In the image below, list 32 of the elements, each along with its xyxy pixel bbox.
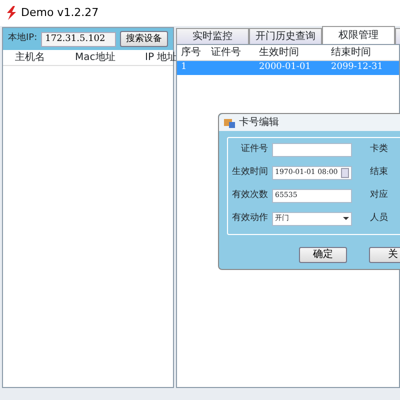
- field-label: 卡类: [370, 142, 388, 156]
- field-label: 对应: [370, 188, 388, 202]
- field-label: 结束: [370, 166, 388, 179]
- card-icon: [224, 118, 235, 128]
- tab[interactable]: 开门历史查询: [249, 28, 322, 44]
- ip-field[interactable]: 172.31.5.102: [41, 32, 116, 46]
- dialog-title: 卡号编辑: [239, 116, 279, 130]
- search-button[interactable]: 搜索设备: [120, 31, 168, 47]
- tab[interactable]: 实时监控: [176, 28, 249, 44]
- dialog-button[interactable]: 关: [369, 247, 400, 263]
- column-header: 结束时间: [330, 46, 372, 60]
- column-header: 生效时间: [258, 46, 300, 60]
- input-field[interactable]: [272, 142, 352, 156]
- field-label: 生效时间: [231, 166, 269, 179]
- table-cell-text: 2000-01-01: [258, 61, 312, 74]
- field-label: 有效次数: [231, 188, 269, 202]
- ip-label: 本地IP:: [8, 32, 38, 46]
- field-label: 有效动作: [231, 212, 269, 225]
- column-header: 证件号: [210, 46, 242, 60]
- table-cell-text: 1: [180, 61, 188, 74]
- window-title: Demo v1.2.27: [21, 4, 99, 21]
- field-label: 人员: [370, 212, 388, 225]
- spinner-icon: [341, 168, 349, 178]
- lightning-icon: [5, 6, 17, 20]
- column-header: 序号: [180, 46, 202, 60]
- field-label: 证件号: [240, 142, 269, 156]
- dialog-button[interactable]: 确定: [299, 247, 347, 263]
- tab[interactable]: 权限管理: [322, 26, 395, 44]
- column-header: 主机名: [14, 50, 46, 65]
- table-cell-text: 2099-12-31: [330, 61, 384, 74]
- column-header: Mac地址: [74, 50, 116, 65]
- caret-icon: [343, 217, 349, 220]
